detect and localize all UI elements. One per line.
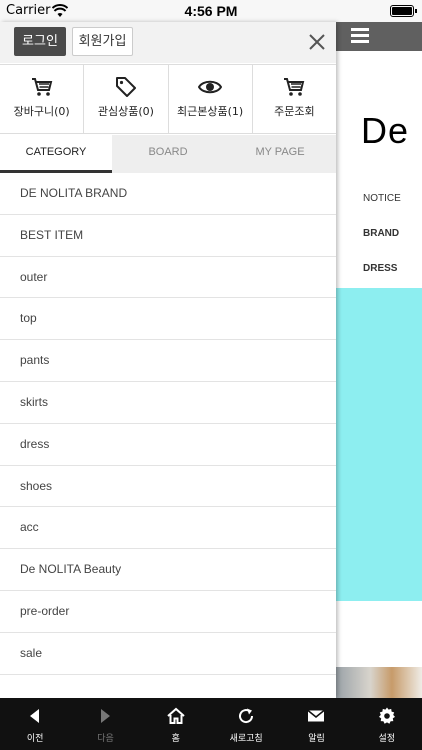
forward-label: 다음 <box>97 734 114 744</box>
refresh-label: 새로고침 <box>229 734 263 744</box>
site-topbar <box>336 22 422 51</box>
refresh-icon <box>239 708 254 724</box>
notifications-button[interactable]: 알림 <box>281 698 351 750</box>
tab-category[interactable]: CATEGORY <box>0 135 112 173</box>
category-item[interactable]: DE NOLITA BRAND <box>0 173 336 215</box>
background-webpage: De N NOTICE BRAND DRESS <box>336 22 422 698</box>
quick-link-wishlist[interactable]: 관심상품(0) <box>84 65 169 133</box>
cart-icon <box>284 78 305 96</box>
close-icon[interactable] <box>306 31 328 53</box>
forward-button[interactable]: 다음 <box>70 698 140 750</box>
category-item[interactable]: outer <box>0 257 336 299</box>
forward-arrow-icon <box>101 709 111 723</box>
bottom-toolbar: 이전 다음 홈 새로고침 알림 설정 <box>0 698 422 750</box>
tag-icon <box>115 77 136 97</box>
site-banner <box>336 288 422 601</box>
category-item[interactable]: sale <box>0 633 336 675</box>
site-nav-brand[interactable]: BRAND <box>363 228 399 239</box>
category-item[interactable]: skirts <box>0 382 336 424</box>
quick-link-label: 최근본상품(1) <box>177 105 244 118</box>
category-item[interactable]: BEST ITEM <box>0 215 336 257</box>
drawer-tabs: CATEGORY BOARD MY PAGE <box>0 135 336 173</box>
quick-links: 장바구니(0) 관심상품(0) 최근본상품(1) 주문조회 <box>0 64 336 134</box>
home-icon <box>167 707 185 724</box>
drawer-header: 로그인 회원가입 <box>0 22 336 63</box>
app-screen: Carrier 4:56 PM De N NOTICE BRAND DRESS … <box>0 0 422 750</box>
settings-label: 설정 <box>378 734 396 744</box>
clock: 4:56 PM <box>184 3 238 19</box>
site-nav-dress[interactable]: DRESS <box>363 263 397 274</box>
back-button[interactable]: 이전 <box>0 698 70 750</box>
quick-link-label: 관심상품(0) <box>97 105 154 118</box>
tab-board[interactable]: BOARD <box>112 135 224 173</box>
category-item[interactable]: De NOLITA Beauty <box>0 549 336 591</box>
site-logo: De N <box>361 110 422 151</box>
quick-link-recent[interactable]: 최근본상품(1) <box>169 65 253 133</box>
category-item[interactable]: pre-order <box>0 591 336 633</box>
category-item[interactable]: top <box>0 298 336 341</box>
mail-icon <box>307 709 325 722</box>
quick-link-orders[interactable]: 주문조회 <box>253 65 336 133</box>
notifications-label: 알림 <box>308 734 325 744</box>
quick-link-label: 주문조회 <box>274 105 315 118</box>
tab-my-page[interactable]: MY PAGE <box>224 135 336 173</box>
site-nav-notice[interactable]: NOTICE <box>363 193 401 204</box>
category-item[interactable]: shoes <box>0 466 336 508</box>
back-arrow-icon <box>30 709 40 723</box>
eye-icon <box>198 80 223 94</box>
side-drawer: 로그인 회원가입 장바구니(0) 관심상품(0) 최근본상품(1) 주문조회 C… <box>0 22 336 698</box>
home-label: 홈 <box>171 734 180 744</box>
site-photo <box>336 667 422 698</box>
status-bar: Carrier 4:56 PM <box>0 0 422 22</box>
hamburger-menu-icon[interactable] <box>351 28 369 44</box>
battery-icon <box>390 5 417 17</box>
gear-icon <box>378 707 395 724</box>
quick-link-cart[interactable]: 장바구니(0) <box>0 65 85 133</box>
settings-button[interactable]: 설정 <box>352 698 422 750</box>
category-list: DE NOLITA BRAND BEST ITEM outer top pant… <box>0 173 336 675</box>
quick-link-label: 장바구니(0) <box>13 105 70 118</box>
join-button[interactable]: 회원가입 <box>72 27 133 56</box>
back-label: 이전 <box>26 734 44 744</box>
category-item[interactable]: dress <box>0 424 336 466</box>
category-item[interactable]: pants <box>0 340 336 382</box>
login-button[interactable]: 로그인 <box>14 27 66 56</box>
home-button[interactable]: 홈 <box>141 698 211 750</box>
cart-icon <box>31 78 52 96</box>
refresh-button[interactable]: 새로고침 <box>211 698 281 750</box>
category-item[interactable]: acc <box>0 507 336 550</box>
